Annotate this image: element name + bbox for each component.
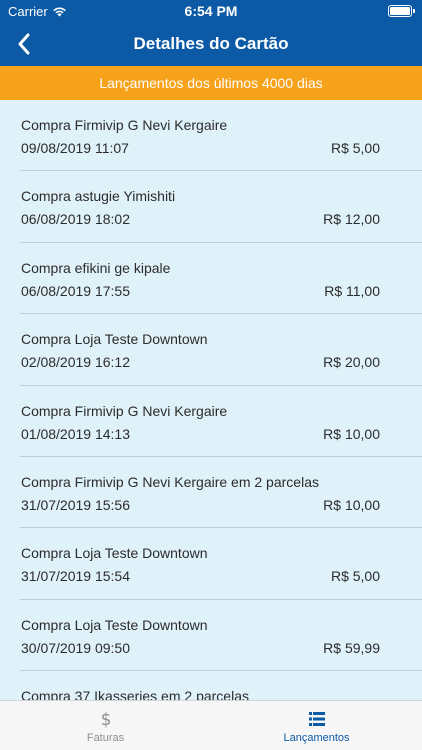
transaction-date: 01/08/2019 14:13 (21, 425, 130, 442)
transaction-description: Compra Firmivip G Nevi Kergaire (21, 117, 228, 133)
status-bar: Carrier 6:54 PM (0, 0, 422, 22)
navigation-bar: Detalhes do Cartão (0, 22, 422, 66)
transaction-amount: R$ 10,00 (323, 425, 380, 442)
transaction-description: Compra efikini ge kipale (21, 259, 171, 276)
transaction-amount: R$ 10,00 (323, 496, 380, 513)
transaction-date: 30/07/2019 09:50 (21, 639, 130, 656)
transaction-description: Compra Loja Teste Downtown (21, 331, 208, 348)
transaction-row[interactable]: Compra Loja Teste Downtown 30/07/2019 09… (20, 600, 422, 672)
transaction-amount: R$ 11,00 (324, 282, 380, 299)
transaction-description: Compra Loja Teste Downtown (21, 616, 208, 633)
transaction-row[interactable]: Compra 37 Ikasseries em 2 parcelas (20, 671, 422, 700)
transaction-date: 02/08/2019 16:12 (21, 354, 130, 371)
transaction-date: 06/08/2019 18:02 (21, 211, 130, 228)
transaction-date: 09/08/2019 11:07 (21, 140, 129, 156)
transaction-list[interactable]: Compra Firmivip G Nevi Kergaire 09/08/20… (0, 100, 422, 700)
transaction-date: 31/07/2019 15:56 (21, 496, 130, 513)
transaction-row[interactable]: Compra Firmivip G Nevi Kergaire em 2 par… (20, 457, 422, 529)
transaction-description: Compra Firmivip G Nevi Kergaire em 2 par… (21, 473, 319, 490)
svg-text:$: $ (100, 710, 111, 729)
transaction-amount: R$ 12,00 (323, 211, 380, 228)
transaction-description: Compra Loja Teste Downtown (21, 545, 208, 562)
battery-icon (388, 5, 415, 17)
transaction-description: Compra astugie Yimishiti (21, 188, 176, 205)
transaction-description: Compra 37 Ikasseries em 2 parcelas (21, 688, 249, 700)
tab-lancamentos-label: Lançamentos (283, 732, 350, 744)
transaction-date: 31/07/2019 15:54 (21, 568, 130, 585)
transaction-amount: R$ 59,99 (323, 639, 380, 656)
tab-faturas-label: Faturas (86, 732, 125, 744)
transaction-amount: R$ 5,00 (330, 140, 380, 156)
tab-faturas[interactable]: $ Faturas (0, 701, 211, 750)
transaction-date: 06/08/2019 17:55 (21, 282, 130, 299)
period-banner: Lançamentos dos últimos 4000 dias (0, 66, 422, 100)
transaction-row[interactable]: Compra astugie Yimishiti 06/08/2019 18:0… (20, 171, 422, 243)
transaction-row[interactable]: Compra efikini ge kipale 06/08/2019 17:5… (20, 243, 422, 315)
transaction-row[interactable]: Compra Loja Teste Downtown 02/08/2019 16… (20, 314, 422, 386)
page-title: Detalhes do Cartão (133, 34, 289, 53)
transaction-row[interactable]: Compra Firmivip G Nevi Kergaire 09/08/20… (20, 100, 422, 172)
list-icon (308, 709, 325, 729)
tab-bar: $ Faturas Lançamentos (0, 700, 422, 750)
transaction-row[interactable]: Compra Firmivip G Nevi Kergaire 01/08/20… (20, 386, 422, 457)
transaction-row[interactable]: Compra Loja Teste Downtown 31/07/2019 15… (20, 528, 422, 600)
dollar-icon: $ (100, 709, 112, 729)
tab-lancamentos[interactable]: Lançamentos (211, 701, 422, 750)
clock: 6:54 PM (184, 3, 238, 19)
transaction-description: Compra Firmivip G Nevi Kergaire (21, 402, 228, 419)
transaction-amount: R$ 5,00 (330, 568, 380, 585)
transaction-amount: R$ 20,00 (323, 354, 380, 371)
